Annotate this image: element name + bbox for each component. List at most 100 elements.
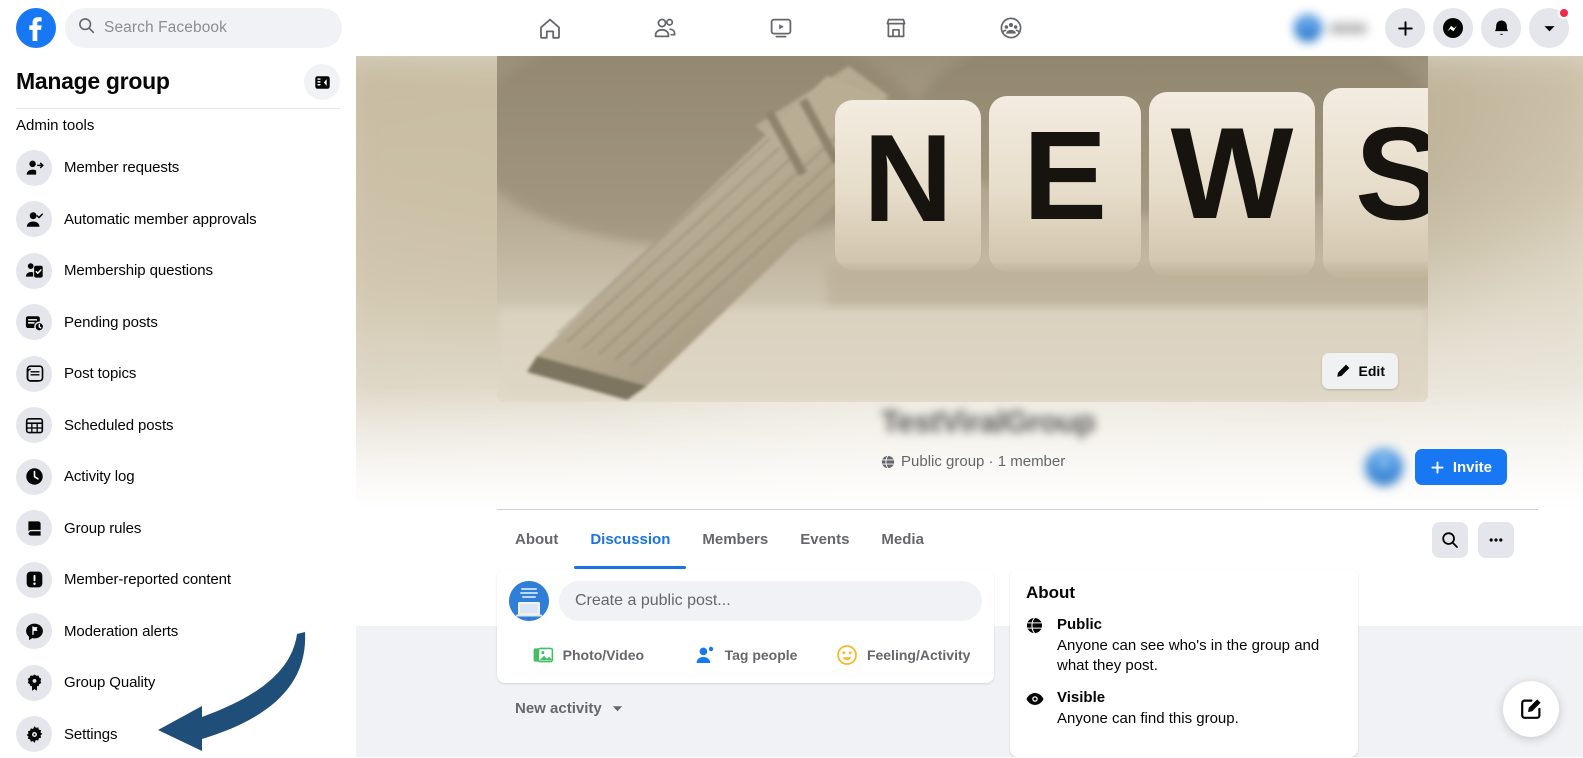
sidebar-item-label: Scheduled posts [64, 416, 174, 434]
messenger-button[interactable] [1433, 8, 1473, 48]
sidebar-item-label: Settings [64, 725, 118, 743]
bell-icon [1494, 19, 1508, 35]
sidebar-item-label: Activity log [64, 468, 135, 486]
profile-name [1329, 22, 1367, 34]
main-nav-tabs [498, 0, 1063, 56]
tab-discussion[interactable]: Discussion [574, 510, 687, 569]
tab-members[interactable]: Members [686, 510, 784, 569]
about-row-public: Public Anyone can see who's in the group… [1026, 615, 1342, 676]
sidebar-item-scheduled-posts[interactable]: Scheduled posts [8, 400, 348, 452]
edit-cover-label: Edit [1358, 363, 1385, 379]
photo-video-button[interactable]: Photo/Video [509, 637, 667, 673]
account-menu-button[interactable] [1529, 7, 1570, 48]
clock-icon [16, 458, 52, 495]
sidebar-item-activity-log[interactable]: Activity log [8, 451, 348, 503]
group-cover-photo[interactable]: N E W S Edit [497, 56, 1428, 402]
photo-video-icon [532, 644, 554, 666]
photo-video-label: Photo/Video [562, 647, 645, 663]
sidebar-item-group-quality[interactable]: Group Quality [8, 657, 348, 709]
friends-icon [654, 18, 676, 38]
sidebar-item-label: Post topics [64, 365, 137, 383]
facebook-logo-icon[interactable] [16, 8, 56, 48]
create-post-input[interactable]: Create a public post... [559, 581, 982, 621]
nav-tab-home[interactable] [498, 3, 602, 53]
svg-text:N: N [863, 110, 953, 248]
compose-fab[interactable] [1503, 681, 1559, 737]
svg-text:W: W [1171, 100, 1294, 246]
sidebar-item-moderation-alerts[interactable]: Moderation alerts [8, 606, 348, 658]
tag-people-button[interactable]: Tag people [667, 637, 825, 673]
edit-cover-button[interactable]: Edit [1321, 353, 1398, 389]
profile-chip[interactable] [1291, 11, 1377, 45]
sidebar-header: Manage group [0, 56, 356, 100]
tab-media[interactable]: Media [865, 510, 940, 569]
sidebar-item-label: Moderation alerts [64, 622, 179, 640]
notification-badge [1558, 7, 1570, 19]
about-body: Anyone can see who's in the group and wh… [1057, 637, 1320, 674]
marketplace-icon [886, 18, 906, 38]
gear-icon [16, 716, 52, 753]
sidebar-collapse-icon[interactable] [304, 64, 340, 100]
calendar-icon [16, 407, 52, 444]
group-identity: TestViralGroup Public group · 1 member I… [497, 402, 1538, 486]
sidebar-item-member-reported-content[interactable]: Member-reported content [8, 554, 348, 606]
sidebar-item-label: Automatic member approvals [64, 210, 257, 228]
invite-button-label: Invite [1452, 458, 1492, 476]
sidebar-item-post-topics[interactable]: Post topics [8, 348, 348, 400]
tab-actions [1432, 521, 1514, 558]
about-title: About [1026, 583, 1076, 602]
sidebar-item-label: Group Quality [64, 674, 156, 692]
tag-people-icon [694, 644, 716, 666]
sidebar-item-automatic-member-approvals[interactable]: Automatic member approvals [8, 194, 348, 246]
composer-actions: Photo/Video Tag people Feeling/Activity [509, 630, 982, 673]
sidebar-item-member-requests[interactable]: Member requests [8, 142, 348, 194]
group-tabs: About Discussion Members Events Media [497, 509, 1538, 569]
group-name: TestViralGroup [881, 404, 1096, 439]
sidebar-item-membership-questions[interactable]: Membership questions [8, 245, 348, 297]
nav-tab-groups[interactable] [959, 3, 1063, 53]
group-privacy-text: Public group · 1 member [901, 453, 1066, 470]
sidebar-item-label: Pending posts [64, 313, 158, 331]
group-search-button[interactable] [1432, 521, 1468, 558]
exclamation-icon [16, 561, 52, 598]
home-icon [540, 18, 560, 39]
feeling-activity-label: Feeling/Activity [866, 647, 971, 663]
tab-about[interactable]: About [499, 510, 574, 569]
nav-tab-marketplace[interactable] [844, 3, 948, 53]
sidebar-item-list: Member requests Automatic member approva… [0, 138, 356, 757]
tab-events[interactable]: Events [784, 510, 865, 569]
search-input[interactable]: Search Facebook [65, 8, 342, 48]
membership-questions-icon [16, 252, 52, 289]
invite-row: Invite [1364, 448, 1507, 486]
flag-comment-icon [16, 613, 52, 650]
invite-button[interactable]: Invite [1414, 449, 1507, 485]
pencil-icon [1336, 364, 1349, 377]
member-avatar[interactable] [1364, 448, 1403, 486]
composer-avatar[interactable] [509, 581, 549, 621]
sidebar-item-settings[interactable]: Settings [8, 709, 348, 758]
about-card: About Public Anyone can see who's in the… [1010, 569, 1358, 757]
sidebar-item-pending-posts[interactable]: Pending posts [8, 297, 348, 349]
feed-sort-control[interactable]: New activity [515, 700, 994, 717]
post-composer: Create a public post... Photo/Video Tag … [497, 569, 994, 683]
feeling-activity-button[interactable]: Feeling/Activity [824, 637, 982, 673]
groups-icon [1000, 17, 1022, 39]
sidebar-item-label: Membership questions [64, 262, 213, 280]
member-approve-icon [16, 201, 52, 238]
topbar-left-group: Search Facebook [0, 8, 342, 48]
group-more-button[interactable] [1478, 521, 1514, 558]
search-icon [78, 17, 95, 39]
nav-tab-watch[interactable] [729, 3, 833, 53]
feeling-icon [836, 644, 858, 666]
create-button[interactable] [1385, 8, 1425, 48]
plus-icon [1397, 20, 1413, 36]
caret-down-icon [611, 702, 624, 715]
compose-icon [1521, 699, 1541, 719]
topbar-right-group [1291, 0, 1570, 56]
notifications-button[interactable] [1481, 8, 1521, 48]
about-body: Anyone can find this group. [1057, 710, 1239, 727]
nav-tab-friends[interactable] [613, 3, 717, 53]
sidebar-item-group-rules[interactable]: Group rules [8, 503, 348, 555]
top-navigation-bar: Search Facebook [0, 0, 1583, 56]
about-row-visible: Visible Anyone can find this group. [1026, 688, 1342, 729]
